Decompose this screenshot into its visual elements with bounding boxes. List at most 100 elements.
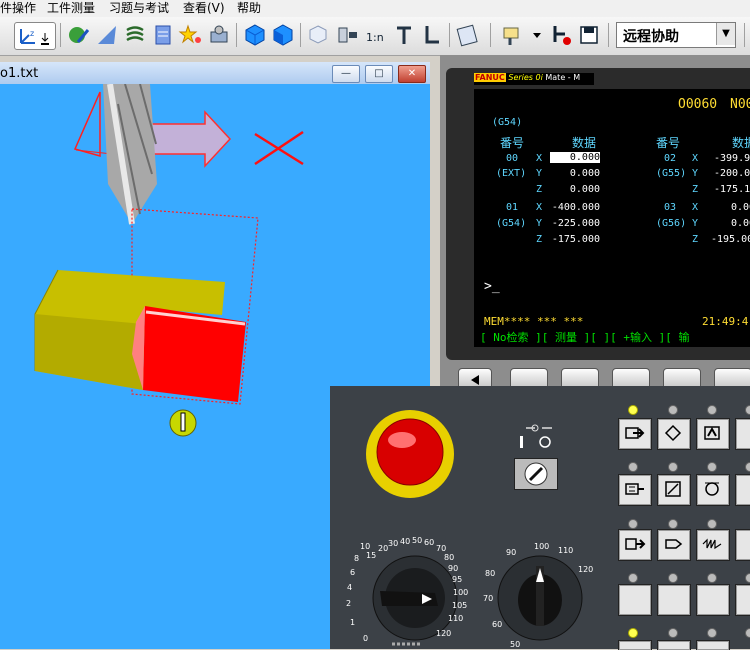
menu-view[interactable]: 查看(V) <box>183 0 225 16</box>
clamp-icon <box>338 27 357 43</box>
cnc-display: O0060 N00 (G54) 番号 数据 番号 数据 00 (EXT) X Y… <box>474 89 750 347</box>
single-block-button[interactable] <box>618 474 652 506</box>
spring-icon <box>126 26 144 42</box>
menu-workpiece-measure[interactable]: 工件测量 <box>47 0 95 16</box>
arrow-right-icon <box>665 539 683 549</box>
view-tool-button-6[interactable] <box>206 22 232 48</box>
view-cube-button-1[interactable] <box>242 22 268 48</box>
view-tool-button-4[interactable] <box>150 22 176 48</box>
reset-button[interactable] <box>548 22 574 48</box>
blank-key-2[interactable] <box>657 584 691 616</box>
reset-icon <box>553 26 571 45</box>
view-tool-button-2[interactable] <box>94 22 120 48</box>
mode-select[interactable]: 远程协助 ▼ <box>616 22 736 48</box>
offset-cell[interactable]: 0.00 <box>731 202 750 213</box>
bracket-tool-icon <box>425 26 439 44</box>
fanuc-logo: FANUC Series 0i Mate - M <box>474 73 594 85</box>
softkey-labels: [ No检索 ][ 测量 ][ ][ +输入 ][ 输 <box>480 331 690 344</box>
tool-button-4[interactable] <box>419 22 445 48</box>
viewport-title: o1.txt <box>0 66 39 81</box>
status-led <box>668 519 678 529</box>
status-led <box>707 628 717 638</box>
offset-cell-selected[interactable]: 0.000 <box>550 152 600 163</box>
save-button[interactable] <box>576 22 602 48</box>
col-header-no-2: 番号 <box>656 136 681 150</box>
status-led <box>745 405 750 415</box>
wedge-icon <box>98 26 116 44</box>
offset-sys: (G56) <box>656 218 687 229</box>
tool-button-3[interactable] <box>391 22 417 48</box>
status-led <box>745 628 750 638</box>
offset-cell[interactable]: -399.99 <box>714 153 750 164</box>
input-prompt[interactable]: >_ <box>484 279 500 294</box>
document-icon <box>155 25 171 45</box>
viewport-titlebar: o1.txt — □ ✕ <box>0 62 430 84</box>
mode-edit-button[interactable] <box>618 418 652 450</box>
status-line: MEM**** *** *** <box>484 315 584 328</box>
offset-cell[interactable]: -225.000 <box>548 218 600 229</box>
dry-run-button[interactable] <box>735 474 750 506</box>
mode-select-value: 远程协助 <box>623 29 679 45</box>
coord-system-label: (G54) <box>492 117 523 128</box>
program-number: O0060 <box>678 97 718 112</box>
axis-dropdown-button[interactable]: z <box>14 22 56 50</box>
machine-lock-button[interactable] <box>657 529 691 561</box>
view-cube-button-2[interactable] <box>270 22 296 48</box>
status-led <box>707 573 717 583</box>
offset-cell[interactable]: -175.000 <box>548 234 600 245</box>
handwheel-button[interactable] <box>735 529 750 561</box>
jog-mode-button[interactable] <box>696 529 730 561</box>
view-tool-button-5[interactable] <box>178 22 204 48</box>
offset-sys: (G55) <box>656 168 687 179</box>
blank-key-3[interactable] <box>696 584 730 616</box>
offset-cell[interactable]: -200.00 <box>714 168 750 179</box>
optional-stop-button[interactable] <box>696 474 730 506</box>
cube-front-icon <box>273 24 293 46</box>
menu-bar: 件操作 工件测量 习题与考试 查看(V) 帮助 <box>0 0 750 17</box>
sequence-icon: 1:n <box>366 31 384 44</box>
status-led <box>745 462 750 472</box>
maximize-button[interactable]: □ <box>365 65 393 83</box>
key-switch[interactable] <box>514 458 558 490</box>
tool-button-1[interactable] <box>335 22 361 48</box>
offset-cell[interactable]: -400.000 <box>548 202 600 213</box>
mode-dnc-button[interactable] <box>735 418 750 450</box>
offset-no: 00 <box>506 153 519 164</box>
spindle-override-dial[interactable] <box>498 556 582 640</box>
status-led <box>707 462 717 472</box>
offset-cell[interactable]: 0.000 <box>548 168 600 179</box>
blank-key-4[interactable] <box>735 584 750 616</box>
chevron-down-icon[interactable]: ▼ <box>716 23 735 45</box>
notebook-button[interactable] <box>454 22 480 48</box>
menu-help[interactable]: 帮助 <box>237 0 261 16</box>
target-x-marker <box>254 130 304 166</box>
mode-auto-button[interactable] <box>657 418 691 450</box>
blank-key-1[interactable] <box>618 584 652 616</box>
program-restart-button[interactable] <box>618 529 652 561</box>
close-button[interactable]: ✕ <box>398 65 426 83</box>
tool-button-2[interactable]: 1:n <box>363 22 389 48</box>
block-skip-button[interactable] <box>657 474 691 506</box>
save-icon <box>580 26 598 44</box>
menu-exercises-exam[interactable]: 习题与考试 <box>109 0 169 16</box>
offset-cell[interactable]: 0.000 <box>548 184 600 195</box>
status-led <box>745 573 750 583</box>
view-tool-button-3[interactable] <box>122 22 148 48</box>
menu-file-ops[interactable]: 件操作 <box>0 0 36 16</box>
mode-mdi-button[interactable] <box>696 418 730 450</box>
view-tool-button-1[interactable] <box>66 22 92 48</box>
offset-cell[interactable]: 0.00 <box>731 218 750 229</box>
view-cube-wire-button[interactable] <box>305 22 331 48</box>
machined-region <box>143 306 246 402</box>
minimize-button[interactable]: — <box>332 65 360 83</box>
svg-text:1:n: 1:n <box>366 31 384 44</box>
measure-tool-icon <box>397 26 411 44</box>
machine-icon <box>210 25 228 43</box>
single-block-icon <box>625 483 644 495</box>
tool-dropdown-button[interactable] <box>500 22 544 48</box>
status-led <box>707 519 717 529</box>
feed-override-dial[interactable] <box>373 556 457 640</box>
cube-icon <box>245 24 265 46</box>
offset-cell[interactable]: -175.11 <box>714 184 750 195</box>
offset-cell[interactable]: -195.00 <box>711 234 750 245</box>
